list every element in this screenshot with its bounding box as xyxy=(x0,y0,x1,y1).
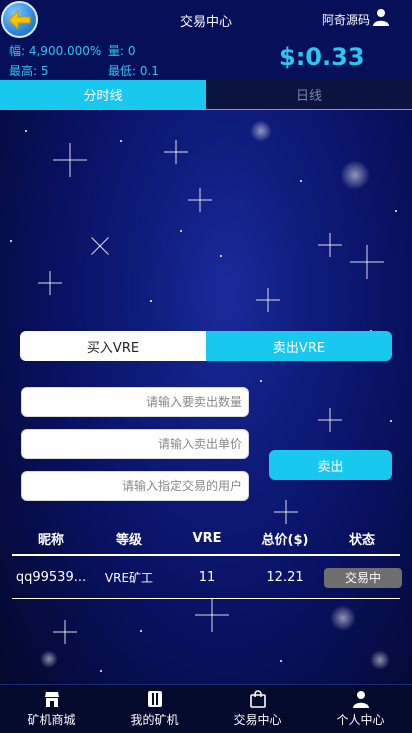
tab-intraday[interactable]: 分时线 xyxy=(0,80,206,109)
nav-item-profile[interactable]: 个人中心 xyxy=(309,685,412,733)
column-header-total: 总价($) xyxy=(261,532,309,548)
sell-quantity-input[interactable] xyxy=(21,387,249,417)
current-price: $:0.33 xyxy=(279,43,365,71)
nav-label: 矿机商城 xyxy=(27,713,76,727)
trade-mode-toggle: 买入VRE 卖出VRE xyxy=(20,331,392,361)
column-header-nickname: 昵称 xyxy=(37,532,64,548)
sell-unit-price-input[interactable] xyxy=(21,429,249,459)
row-status-cell: 交易中 xyxy=(324,567,402,588)
nav-label: 我的矿机 xyxy=(130,713,179,727)
machine-icon xyxy=(147,691,162,707)
row-total: 12.21 xyxy=(266,570,304,585)
bottom-navigation: 矿机商城 我的矿机 交易中心 个人中心 xyxy=(0,684,412,733)
person-icon xyxy=(352,691,369,708)
nav-label: 个人中心 xyxy=(336,713,385,727)
change-stat: 幅: 4,900.000% xyxy=(9,44,102,58)
column-header-status: 状态 xyxy=(348,532,375,548)
nav-item-trade-center[interactable]: 交易中心 xyxy=(206,685,309,733)
user-icon[interactable] xyxy=(372,8,390,26)
sell-submit-button[interactable]: 卖出 xyxy=(269,450,392,480)
chart-tabs: 分时线 日线 xyxy=(0,80,412,110)
row-nickname: qq99539... xyxy=(15,570,87,585)
column-header-vre: VRE xyxy=(192,530,222,546)
volume-stat: 量: 0 xyxy=(108,44,136,58)
nav-item-my-machines[interactable]: 我的矿机 xyxy=(103,685,206,733)
shop-icon xyxy=(44,692,59,707)
nav-item-shop[interactable]: 矿机商城 xyxy=(0,685,103,733)
nav-label: 交易中心 xyxy=(233,713,282,727)
target-user-input[interactable] xyxy=(21,471,249,501)
bag-icon xyxy=(249,690,266,708)
user-name[interactable]: 阿奇源码 xyxy=(322,11,370,28)
table-row: qq99539... VRE矿工 11 12.21 交易中 xyxy=(12,557,402,599)
orders-table-header: 昵称 等级 VRE 总价($) 状态 xyxy=(12,522,400,556)
row-vre: 11 xyxy=(198,570,216,585)
tab-daily[interactable]: 日线 xyxy=(206,80,412,109)
high-stat: 最高: 5 xyxy=(9,64,49,78)
sell-vre-button[interactable]: 卖出VRE xyxy=(206,331,392,361)
buy-vre-button[interactable]: 买入VRE xyxy=(20,331,206,361)
row-level: VRE矿工 xyxy=(104,571,154,585)
status-badge[interactable]: 交易中 xyxy=(324,567,402,588)
low-stat: 最低: 0.1 xyxy=(108,64,159,78)
column-header-level: 等级 xyxy=(115,532,142,548)
top-header: 交易中心 阿奇源码 幅: 4,900.000% 量: 0 最高: 5 最低: 0… xyxy=(0,0,412,80)
